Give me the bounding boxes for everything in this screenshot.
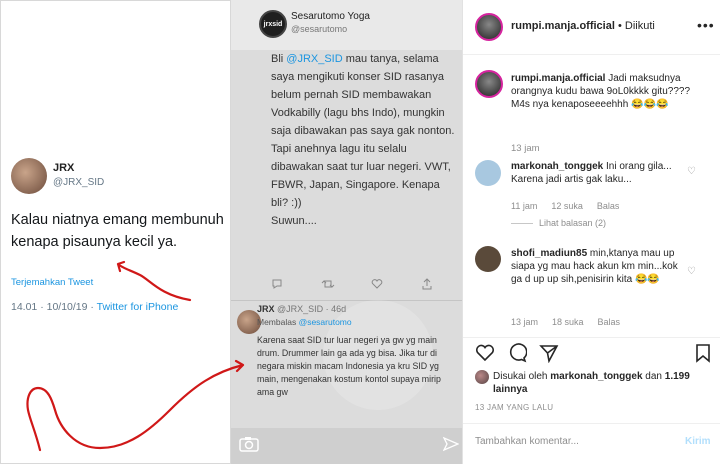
- avatar[interactable]: [475, 70, 503, 98]
- comment-meta: 13 jam 18 suka Balas: [511, 317, 634, 327]
- likes-prefix: Disukai oleh: [493, 371, 551, 382]
- likes-connector: dan: [642, 371, 665, 382]
- reply-author: JRX @JRX_SID · 46d: [257, 304, 346, 314]
- like-icon[interactable]: [371, 278, 383, 293]
- caption-username[interactable]: rumpi.manja.official: [511, 73, 605, 84]
- mention-link[interactable]: @sesarutomo: [299, 317, 352, 327]
- post-author: rumpi.manja.official • Diikuti: [511, 20, 655, 32]
- comment-icon[interactable]: [507, 343, 528, 363]
- share-icon[interactable]: [421, 278, 433, 293]
- view-replies-button[interactable]: Lihat balasan (2): [511, 218, 606, 228]
- more-options-icon[interactable]: •••: [697, 17, 715, 33]
- comment-username[interactable]: markonah_tonggek: [511, 161, 603, 172]
- tweet-timestamp: 14.01 · 10/10/19 ·: [11, 301, 97, 313]
- tweet-author-name[interactable]: JRX: [53, 162, 74, 174]
- post-comment-button[interactable]: Kirim: [685, 436, 711, 447]
- tweet-text-prefix: Bli: [271, 53, 287, 65]
- tweet-panel: JRX @JRX_SID Kalau niatnya emang membunu…: [0, 0, 231, 464]
- post-header: rumpi.manja.official • Diikuti •••: [463, 0, 720, 55]
- divider: [231, 300, 462, 301]
- avatar[interactable]: jrxsid: [259, 10, 287, 38]
- heart-icon[interactable]: ♡: [687, 266, 696, 277]
- story-panel: jrxsid Sesarutomo Yoga @sesarutomo Bli @…: [231, 0, 462, 464]
- mention-link[interactable]: @JRX_SID: [286, 53, 342, 65]
- tweet-author-name[interactable]: Sesarutomo Yoga: [291, 11, 370, 22]
- instagram-panel: rumpi.manja.official • Diikuti ••• rumpi…: [462, 0, 720, 464]
- send-icon[interactable]: [442, 436, 460, 452]
- avatar[interactable]: [475, 13, 503, 41]
- divider: [463, 337, 720, 338]
- divider: [511, 223, 533, 225]
- avatar[interactable]: [11, 158, 47, 194]
- comment-likes[interactable]: 18 suka: [552, 317, 584, 327]
- post-caption: rumpi.manja.official Jadi maksudnya oran…: [511, 72, 711, 111]
- comment-input[interactable]: Tambahkan komentar...: [475, 436, 579, 447]
- tweet-author-handle[interactable]: @sesarutomo: [291, 24, 347, 34]
- avatar[interactable]: [475, 160, 501, 186]
- comment-meta: 11 jam 12 suka Balas: [511, 201, 633, 211]
- reply-to-label: Membalas: [257, 317, 299, 327]
- tweet-text: Bli @JRX_SID mau tanya, selama saya meng…: [271, 50, 457, 230]
- tweet-text: Kalau niatnya emang membunuh kenapa pisa…: [11, 212, 224, 250]
- heart-icon[interactable]: ♡: [687, 166, 696, 177]
- comment-text: markonah_tonggek Ini orang gila... Karen…: [511, 160, 691, 186]
- share-icon[interactable]: [539, 343, 559, 364]
- comment-text: shofi_madiun85 min,ktanya mau up siapa y…: [511, 247, 691, 286]
- divider: [463, 423, 720, 424]
- post-author-username[interactable]: rumpi.manja.official: [511, 20, 615, 32]
- reply-button[interactable]: Balas: [598, 317, 621, 327]
- following-status[interactable]: Diikuti: [625, 20, 655, 32]
- comment-time: 13 jam: [511, 317, 539, 327]
- likes-summary: Disukai oleh markonah_tonggek dan 1.199 …: [493, 370, 713, 396]
- view-replies-label: Lihat balasan (2): [539, 218, 607, 228]
- post-time: 13 JAM YANG LALU: [475, 403, 554, 412]
- bookmark-icon[interactable]: [693, 343, 713, 363]
- tweet-text-end: Suwun....: [271, 215, 317, 227]
- reply-author-handle: @JRX_SID · 46d: [277, 304, 347, 314]
- screenshot-collage: JRX @JRX_SID Kalau niatnya emang membunu…: [0, 0, 720, 464]
- reply-icon[interactable]: [271, 278, 283, 293]
- camera-icon[interactable]: [239, 436, 259, 452]
- story-reply-bar: [231, 428, 462, 464]
- retweet-icon[interactable]: [321, 278, 335, 293]
- heart-icon[interactable]: [475, 343, 495, 363]
- reply-author-name[interactable]: JRX: [257, 304, 277, 314]
- tweet-source-link[interactable]: Twitter for iPhone: [97, 301, 179, 313]
- avatar-label: jrxsid: [263, 20, 283, 28]
- comment-username[interactable]: shofi_madiun85: [511, 248, 587, 259]
- avatar[interactable]: [475, 370, 489, 384]
- separator: •: [614, 20, 625, 32]
- tweet-text-body: mau tanya, selama saya mengikuti konser …: [271, 53, 455, 209]
- reply-text: Karena saat SID tur luar negeri ya gw yg…: [257, 335, 441, 397]
- tweet-actions: [271, 278, 451, 292]
- tweet-author-handle[interactable]: @JRX_SID: [53, 177, 104, 188]
- reply-to-line: Membalas @sesarutomo: [257, 317, 352, 327]
- translate-tweet-link[interactable]: Terjemahkan Tweet: [11, 277, 93, 288]
- liked-by-username[interactable]: markonah_tonggek: [550, 371, 642, 382]
- comment-time: 11 jam: [511, 201, 538, 211]
- caption-time: 13 jam: [511, 143, 540, 154]
- avatar[interactable]: [475, 246, 501, 272]
- tweet-meta: 14.01 · 10/10/19 · Twitter for iPhone: [11, 301, 178, 313]
- reply-button[interactable]: Balas: [597, 201, 620, 211]
- comment-likes[interactable]: 12 suka: [551, 201, 583, 211]
